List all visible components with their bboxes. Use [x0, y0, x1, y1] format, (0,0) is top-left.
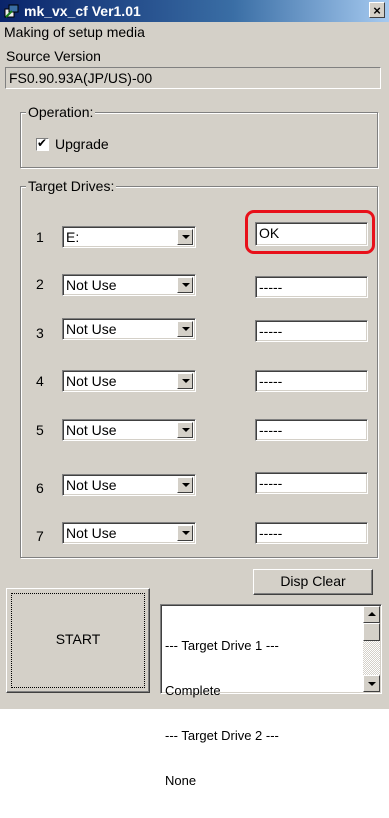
log-output[interactable]: --- Target Drive 1 --- Complete --- Targ…: [160, 604, 382, 788]
drive-number-7: 7: [36, 528, 44, 544]
drive-number-6: 6: [36, 480, 44, 496]
chevron-down-icon[interactable]: [177, 229, 193, 245]
drive-number-1: 1: [36, 229, 44, 245]
chevron-down-icon[interactable]: [177, 277, 193, 293]
drive-status-value-5: -----: [259, 422, 283, 438]
drive-select-value-6: Not Use: [66, 477, 117, 493]
log-scrollbar[interactable]: [363, 606, 380, 692]
app-icon: [4, 3, 20, 19]
title-bar[interactable]: mk_vx_cf Ver1.01 ×: [0, 0, 389, 22]
scroll-down-icon[interactable]: [363, 675, 380, 692]
chevron-down-icon[interactable]: [177, 422, 193, 438]
drive-select-value-1: E:: [66, 229, 80, 245]
start-button[interactable]: START: [6, 588, 150, 693]
ok-highlight-annotation: [245, 210, 375, 254]
drive-status-2: -----: [255, 276, 368, 298]
drive-status-3: -----: [255, 320, 368, 342]
scroll-thumb[interactable]: [363, 623, 380, 641]
drive-status-value-4: -----: [259, 373, 283, 389]
drive-number-3: 3: [36, 325, 44, 341]
drive-status-6: -----: [255, 472, 368, 494]
drive-status-7: -----: [255, 522, 368, 544]
chevron-down-icon[interactable]: [177, 477, 193, 493]
source-version-field: FS0.90.93A(JP/US)-00: [5, 67, 381, 89]
scroll-up-icon[interactable]: [363, 606, 380, 623]
drive-select-value-4: Not Use: [66, 373, 117, 389]
disp-clear-button[interactable]: Disp Clear: [253, 569, 373, 595]
drive-select-1[interactable]: E:: [62, 226, 196, 248]
chevron-down-icon[interactable]: [177, 321, 193, 337]
app-window: mk_vx_cf Ver1.01 × Making of setup media…: [0, 0, 389, 788]
chevron-down-icon[interactable]: [177, 525, 193, 541]
drive-status-value-6: -----: [259, 475, 283, 491]
drive-select-value-3: Not Use: [66, 321, 117, 337]
upgrade-checkbox[interactable]: ✔: [36, 136, 49, 151]
subtitle-label: Making of setup media: [4, 24, 145, 40]
log-line: --- Target Drive 2 ---: [165, 728, 279, 743]
drive-select-7[interactable]: Not Use: [62, 522, 196, 544]
drive-number-5: 5: [36, 422, 44, 438]
target-drives-group-label: Target Drives:: [26, 178, 117, 194]
source-version-value: FS0.90.93A(JP/US)-00: [9, 70, 153, 86]
drive-number-4: 4: [36, 373, 44, 389]
drive-select-5[interactable]: Not Use: [62, 419, 196, 441]
drive-select-value-5: Not Use: [66, 422, 117, 438]
drive-select-value-2: Not Use: [66, 277, 117, 293]
drive-status-value-7: -----: [259, 525, 283, 541]
drive-status-4: -----: [255, 370, 368, 392]
check-mark-icon: ✔: [37, 136, 48, 150]
chevron-down-icon[interactable]: [177, 373, 193, 389]
drive-select-4[interactable]: Not Use: [62, 370, 196, 392]
operation-group-label: Operation:: [26, 104, 96, 120]
drive-select-value-7: Not Use: [66, 525, 117, 541]
upgrade-label: Upgrade: [55, 136, 109, 152]
source-version-label: Source Version: [6, 48, 101, 64]
drive-status-value-3: -----: [259, 323, 283, 339]
close-button[interactable]: ×: [369, 2, 385, 18]
log-lines: --- Target Drive 1 --- Complete --- Targ…: [165, 608, 279, 818]
drive-number-2: 2: [36, 276, 44, 292]
window-title: mk_vx_cf Ver1.01: [24, 3, 141, 19]
drive-select-2[interactable]: Not Use: [62, 274, 196, 296]
log-line: --- Target Drive 1 ---: [165, 638, 279, 653]
drive-status-value-2: -----: [259, 279, 283, 295]
drive-select-3[interactable]: Not Use: [62, 318, 196, 340]
log-line: None: [165, 773, 197, 788]
drive-select-6[interactable]: Not Use: [62, 474, 196, 496]
log-line: Complete: [165, 683, 221, 698]
drive-status-5: -----: [255, 419, 368, 441]
